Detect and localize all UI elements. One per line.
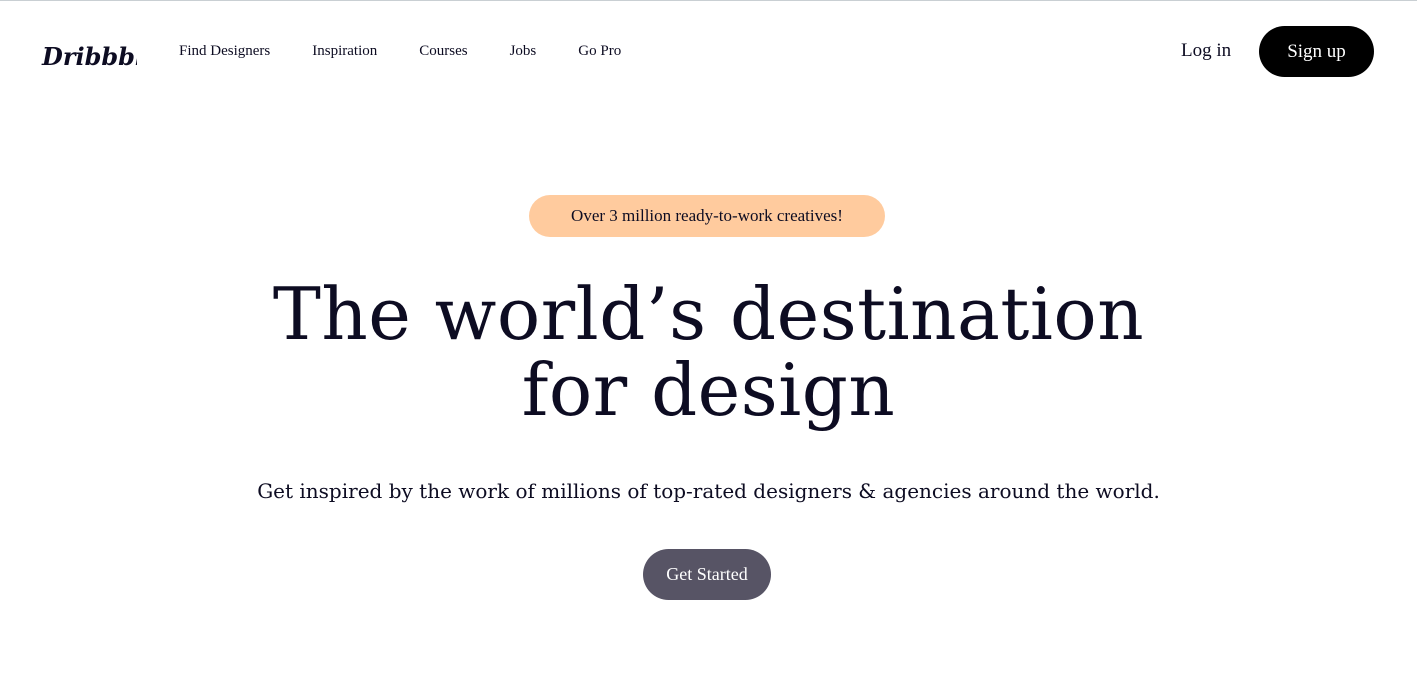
dribbble-logo[interactable]: Dribbble — [41, 39, 159, 73]
nav-inspiration[interactable]: Inspiration — [312, 40, 377, 62]
signup-button[interactable]: Sign up — [1259, 26, 1374, 77]
nav-go-pro[interactable]: Go Pro — [578, 40, 621, 62]
main-nav: Find Designers Inspiration Courses Jobs … — [179, 40, 621, 62]
nav-jobs[interactable]: Jobs — [510, 40, 537, 62]
nav-courses[interactable]: Courses — [419, 40, 467, 62]
hero-subtitle: Get inspired by the work of millions of … — [257, 479, 1160, 503]
hero-title-line-2: for design — [521, 348, 896, 432]
hero-title-line-1: The world’s destination — [272, 272, 1145, 356]
dribbble-logo-icon: Dribbble — [41, 42, 159, 71]
hero-title: The world’s destination for design — [0, 276, 1417, 428]
get-started-button[interactable]: Get Started — [643, 549, 771, 600]
svg-text:Dribbble: Dribbble — [41, 42, 137, 71]
nav-find-designers[interactable]: Find Designers — [179, 40, 270, 62]
creatives-badge: Over 3 million ready-to-work creatives! — [529, 195, 885, 237]
site-header: Dribbble Find Designers Inspiration Cour… — [0, 0, 1417, 102]
login-link[interactable]: Log in — [1181, 38, 1231, 64]
